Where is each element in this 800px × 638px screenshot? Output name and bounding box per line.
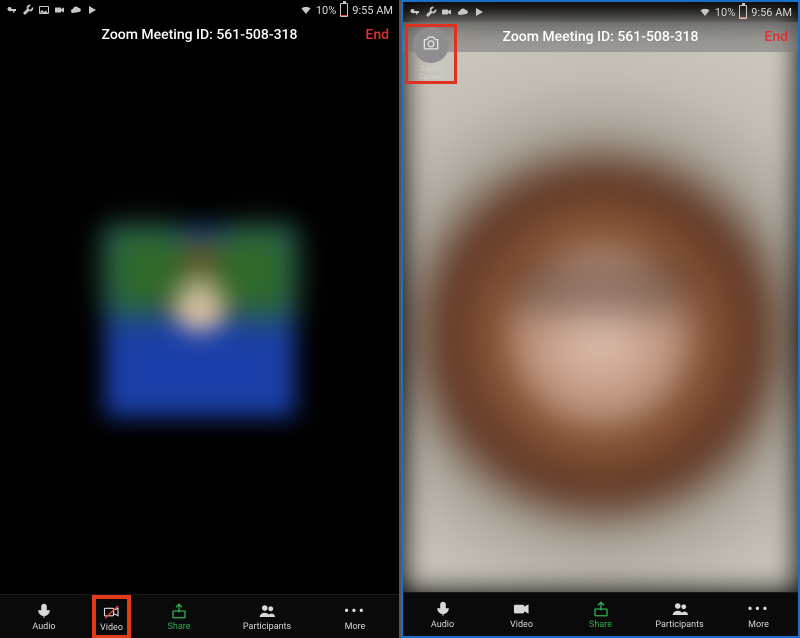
- status-bar: 10% 9:55 AM: [0, 0, 399, 20]
- participants-icon: [669, 600, 691, 618]
- video-button[interactable]: Video: [482, 600, 561, 630]
- play-icon: [473, 6, 485, 18]
- key-icon: [6, 4, 18, 16]
- battery-icon: [739, 5, 747, 19]
- end-button[interactable]: End: [764, 22, 788, 52]
- switch-camera-button[interactable]: [413, 27, 449, 63]
- image-icon: [38, 4, 50, 16]
- mic-icon: [33, 602, 55, 620]
- meeting-header: Zoom Meeting ID: 561-508-318 End: [0, 20, 399, 50]
- video-area[interactable]: [403, 22, 798, 592]
- switch-camera-highlight: Switch Camera: [405, 24, 457, 84]
- video-button-highlight: Video: [92, 595, 131, 638]
- more-button[interactable]: ••• More: [719, 600, 798, 630]
- meeting-title: Zoom Meeting ID: 561-508-318: [503, 29, 699, 45]
- clock: 9:56 AM: [751, 6, 792, 19]
- wifi-icon: [699, 6, 711, 18]
- video-off-icon: [101, 603, 123, 621]
- share-icon: [168, 602, 190, 620]
- meeting-header: Zoom Meeting ID: 561-508-318 End: [403, 22, 798, 52]
- participants-label: Participants: [655, 620, 703, 630]
- more-button[interactable]: ••• More: [315, 602, 395, 632]
- video-label: Video: [100, 623, 123, 633]
- wrench-icon: [425, 6, 437, 18]
- status-bar: 10% 9:56 AM: [403, 2, 798, 22]
- share-button[interactable]: Share: [561, 600, 640, 630]
- participants-icon: [256, 602, 278, 620]
- wrench-icon: [22, 4, 34, 16]
- clock: 9:55 AM: [352, 4, 393, 17]
- cloud-icon: [457, 6, 469, 18]
- participants-button[interactable]: Participants: [640, 600, 719, 630]
- more-label: More: [748, 620, 769, 630]
- camera-icon: [421, 33, 441, 57]
- phone-screen-left: 10% 9:55 AM Zoom Meeting ID: 561-508-318…: [0, 0, 399, 638]
- battery-pct: 10%: [316, 4, 336, 17]
- more-icon: •••: [344, 602, 366, 620]
- share-button[interactable]: Share: [139, 602, 219, 632]
- audio-label: Audio: [32, 622, 55, 632]
- video-button[interactable]: Video: [100, 603, 123, 633]
- video-label: Video: [510, 620, 533, 630]
- video-icon: [54, 4, 66, 16]
- share-label: Share: [589, 620, 612, 630]
- video-on-icon: [511, 600, 533, 618]
- participants-button[interactable]: Participants: [227, 602, 307, 632]
- bottom-toolbar: Audio Video Share Participants ••• More: [0, 594, 399, 638]
- audio-label: Audio: [431, 620, 454, 630]
- key-icon: [409, 6, 421, 18]
- cloud-icon: [70, 4, 82, 16]
- video-icon: [441, 6, 453, 18]
- video-area[interactable]: [0, 50, 399, 594]
- battery-icon: [340, 3, 348, 17]
- mic-icon: [432, 600, 454, 618]
- audio-button[interactable]: Audio: [4, 602, 84, 632]
- participant-avatar: [105, 227, 295, 417]
- wifi-icon: [300, 4, 312, 16]
- phone-screen-right: 10% 9:56 AM Zoom Meeting ID: 561-508-318…: [401, 0, 800, 638]
- battery-pct: 10%: [715, 6, 735, 19]
- participants-label: Participants: [243, 622, 291, 632]
- share-icon: [590, 600, 612, 618]
- share-label: Share: [168, 622, 191, 632]
- switch-camera-label: Switch Camera: [408, 65, 454, 81]
- meeting-title: Zoom Meeting ID: 561-508-318: [102, 27, 298, 43]
- bottom-toolbar: Audio Video Share Participants ••• More: [403, 592, 798, 636]
- end-button[interactable]: End: [365, 20, 389, 50]
- play-icon: [86, 4, 98, 16]
- more-icon: •••: [748, 600, 770, 618]
- more-label: More: [345, 622, 366, 632]
- audio-button[interactable]: Audio: [403, 600, 482, 630]
